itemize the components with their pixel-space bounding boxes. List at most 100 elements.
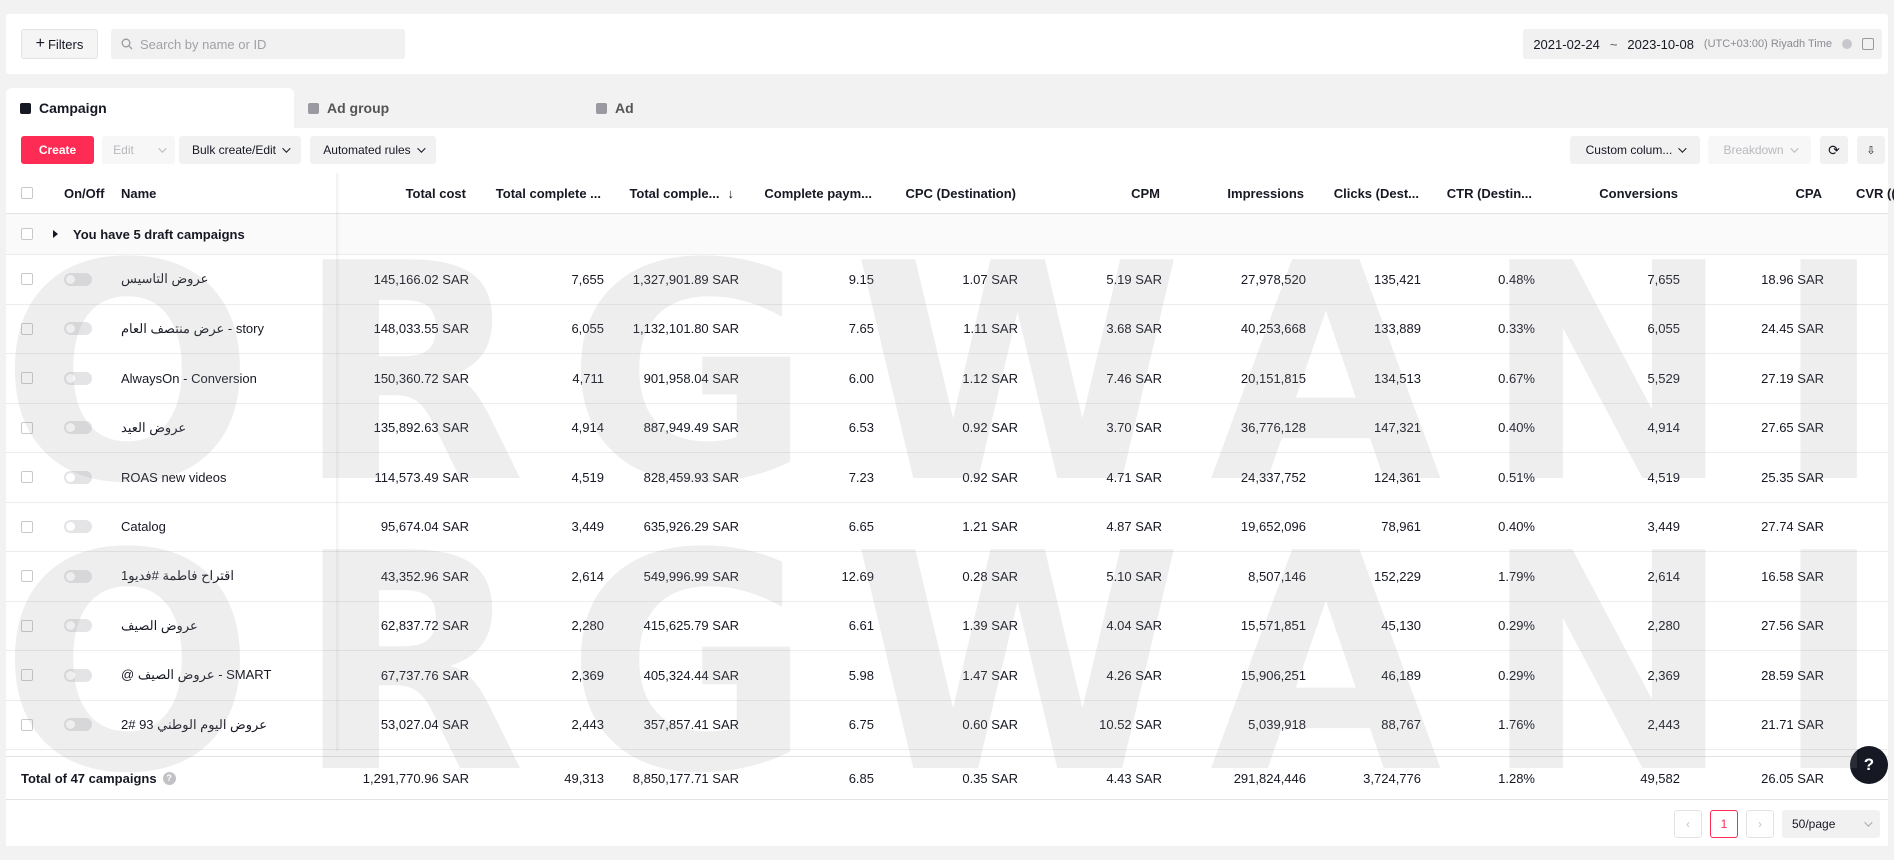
row-checkbox[interactable] <box>21 651 33 700</box>
cell-cpc: 1.21 SAR <box>962 519 1018 535</box>
row-checkbox[interactable] <box>21 214 33 254</box>
cell-total-complete: 4,711 <box>572 370 604 386</box>
level-tabs: Campaign Ad group Ad <box>6 88 870 128</box>
cell-impressions: 19,652,096 <box>1240 519 1306 535</box>
page-number-button[interactable]: 1 <box>1710 810 1738 838</box>
table-row[interactable]: عروض الصيف 62,837.72 SAR 2,280 415,625.79 S… <box>6 602 1888 651</box>
total-label: Total of 47 campaigns? <box>21 757 176 799</box>
cell-cpa: 24.45 SAR <box>1761 321 1824 337</box>
col-ctr[interactable]: CTR (Destin... <box>1447 173 1532 213</box>
campaign-name-link[interactable]: Catalog <box>121 503 166 552</box>
col-complete-payment[interactable]: Complete paym... <box>764 173 872 213</box>
table-row[interactable]: AlwaysOn - Conversion 150,360.72 SAR 4,711… <box>6 354 1888 404</box>
status-toggle[interactable] <box>64 503 92 552</box>
prev-page-button[interactable]: ‹ <box>1674 810 1702 838</box>
campaign-name-link[interactable]: AlwaysOn - Conversion <box>121 354 257 403</box>
campaign-name-link[interactable]: ROAS new videos <box>121 453 227 502</box>
tab-ad-group[interactable]: Ad group <box>294 88 582 128</box>
cell-cpm: 5.10 SAR <box>1106 568 1162 584</box>
create-button[interactable]: Create <box>21 136 94 164</box>
campaign-name-link[interactable]: عروض العيد <box>121 404 186 453</box>
total-clicks: 3,724,776 <box>1363 770 1421 786</box>
draft-campaigns-row[interactable]: You have 5 draft campaigns <box>6 214 1888 255</box>
cell-total-cost: 95,674.04 SAR <box>380 519 469 535</box>
col-total-cost[interactable]: Total cost <box>406 173 466 213</box>
cell-conversions: 4,519 <box>1647 469 1680 485</box>
filters-button[interactable]: + Filters <box>21 29 98 59</box>
col-name[interactable]: Name <box>121 173 156 213</box>
status-toggle[interactable] <box>64 453 92 502</box>
col-onoff[interactable]: On/Off <box>64 173 104 213</box>
status-toggle[interactable] <box>64 305 92 354</box>
col-impressions[interactable]: Impressions <box>1227 173 1304 213</box>
row-checkbox[interactable] <box>21 503 33 552</box>
cell-conversions: 6,055 <box>1647 321 1680 337</box>
search-input[interactable]: Search by name or ID <box>111 29 405 59</box>
status-toggle[interactable] <box>64 552 92 601</box>
col-cpa[interactable]: CPA <box>1796 173 1822 213</box>
row-checkbox[interactable] <box>21 453 33 502</box>
bulk-edit-button[interactable]: Bulk create/Edit <box>179 136 301 164</box>
table-row[interactable]: ROAS new videos 114,573.49 SAR 4,519 828,45… <box>6 453 1888 503</box>
custom-columns-button[interactable]: Custom colum... <box>1570 136 1700 164</box>
cell-total-cost: 148,033.55 SAR <box>373 321 469 337</box>
status-toggle[interactable] <box>64 602 92 651</box>
table-row[interactable]: عرض منتصف العام - story 148,033.55 SAR 6,0… <box>6 305 1888 354</box>
tab-ad[interactable]: Ad <box>582 88 870 128</box>
campaign-name-link[interactable]: عروض اليوم الوطني 93 #2 <box>121 701 267 750</box>
col-total-complete[interactable]: Total complete ... <box>496 173 601 213</box>
col-total-complete-value[interactable]: Total comple... ↓ <box>629 173 734 213</box>
table-header: On/Off Name Total cost Total complete ..… <box>6 173 1894 214</box>
help-circle-icon[interactable]: ? <box>162 771 176 785</box>
help-button[interactable]: ? <box>1850 746 1888 784</box>
status-toggle[interactable] <box>64 651 92 700</box>
status-toggle[interactable] <box>64 701 92 750</box>
cell-total-complete: 6,055 <box>571 321 604 337</box>
campaign-name-link[interactable]: عروض التاسيس <box>121 255 208 304</box>
table-row[interactable]: عروض التاسيس 145,166.02 SAR 7,655 1,327,901… <box>6 255 1888 305</box>
col-cpc[interactable]: CPC (Destination) <box>906 173 1017 213</box>
table-row[interactable]: عروض اليوم الوطني 93 #2 53,027.04 SAR 2,44… <box>6 701 1888 750</box>
campaign-name-link[interactable]: عروض الصيف <box>121 602 198 651</box>
table-row[interactable]: عروض العيد 135,892.63 SAR 4,914 887,949.49 … <box>6 404 1888 453</box>
select-all-checkbox[interactable] <box>21 173 33 213</box>
cell-total-complete-value: 1,132,101.80 SAR <box>632 321 739 337</box>
calendar-icon[interactable] <box>1862 38 1874 50</box>
campaign-name-link[interactable]: عرض منتصف العام - story <box>121 305 264 354</box>
status-toggle[interactable] <box>64 255 92 304</box>
automated-rules-button[interactable]: Automated rules <box>310 136 436 164</box>
col-cpm[interactable]: CPM <box>1131 173 1160 213</box>
row-checkbox[interactable] <box>21 255 33 304</box>
status-toggle[interactable] <box>64 354 92 403</box>
next-page-button[interactable]: › <box>1746 810 1774 838</box>
breakdown-button[interactable]: Breakdown <box>1708 136 1811 164</box>
row-checkbox[interactable] <box>21 404 33 453</box>
export-button[interactable]: ⇩ <box>1857 136 1885 164</box>
page-size-select[interactable]: 50/page <box>1782 810 1880 838</box>
refresh-button[interactable]: ⟳ <box>1820 136 1848 164</box>
table-row[interactable]: @ عروض الصيف - SMART 67,737.76 SAR 2,369 40… <box>6 651 1888 701</box>
row-checkbox[interactable] <box>21 701 33 750</box>
cell-cpc: 1.12 SAR <box>962 370 1018 386</box>
col-clicks[interactable]: Clicks (Dest... <box>1334 173 1419 213</box>
table-row[interactable]: اقتراح فاطمة #فديو1 43,352.96 SAR 2,614 549… <box>6 552 1888 602</box>
date-range-picker[interactable]: 2021-02-24 ~ 2023-10-08 (UTC+03:00) Riya… <box>1523 29 1882 59</box>
cell-cpa: 27.19 SAR <box>1761 370 1824 386</box>
col-cvr[interactable]: CVR (( <box>1856 173 1894 213</box>
cell-cpa: 27.65 SAR <box>1761 420 1824 436</box>
row-checkbox[interactable] <box>21 354 33 403</box>
cell-cpc: 0.28 SAR <box>962 568 1018 584</box>
expand-caret-icon[interactable] <box>53 214 58 254</box>
col-conversions[interactable]: Conversions <box>1599 173 1678 213</box>
status-toggle[interactable] <box>64 404 92 453</box>
row-checkbox[interactable] <box>21 552 33 601</box>
page-size-label: 50/page <box>1792 817 1836 831</box>
row-checkbox[interactable] <box>21 305 33 354</box>
edit-button[interactable]: Edit <box>102 136 175 164</box>
table-row[interactable]: Catalog 95,674.04 SAR 3,449 635,926.29 SAR 6… <box>6 503 1888 552</box>
cell-conversions: 7,655 <box>1647 271 1680 287</box>
tab-campaign[interactable]: Campaign <box>6 88 294 128</box>
row-checkbox[interactable] <box>21 602 33 651</box>
campaign-name-link[interactable]: @ عروض الصيف - SMART <box>121 651 271 700</box>
campaign-name-link[interactable]: اقتراح فاطمة #فديو1 <box>121 552 234 601</box>
